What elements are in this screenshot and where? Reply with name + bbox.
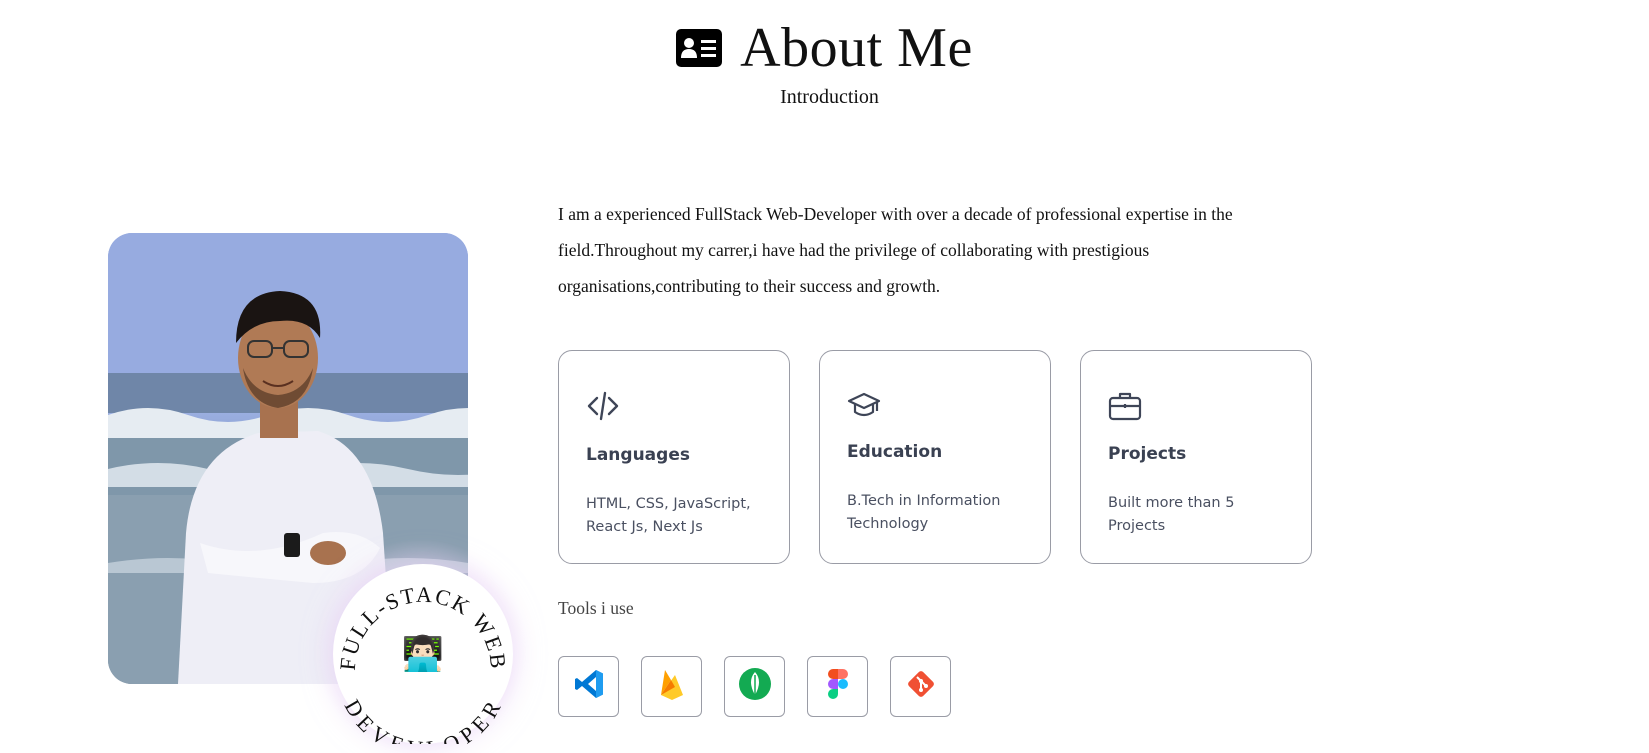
briefcase-icon — [1108, 389, 1142, 423]
card-description: HTML, CSS, JavaScript, React Js, Next Js — [586, 496, 751, 535]
card-description: B.Tech in Information Technology — [847, 493, 1001, 532]
mongodb-icon — [738, 667, 772, 706]
page-title: About Me — [740, 17, 973, 79]
graduation-cap-icon — [847, 389, 881, 423]
card-projects: Projects Built more than 5 Projects — [1080, 350, 1312, 564]
tool-figma[interactable] — [807, 656, 868, 717]
card-education: Education B.Tech in Information Technolo… — [819, 350, 1051, 564]
title-row: About Me — [0, 18, 1649, 78]
figma-icon — [827, 669, 848, 704]
card-title: Education — [847, 442, 943, 462]
role-badge: FULL-STACK WEB DEVEVLOPER 👨🏻‍💻 — [333, 564, 513, 744]
firebase-icon — [658, 667, 686, 706]
tool-firebase[interactable] — [641, 656, 702, 717]
card-title: Projects — [1108, 444, 1187, 464]
tool-git[interactable] — [890, 656, 951, 717]
tool-vscode[interactable] — [558, 656, 619, 717]
git-icon — [906, 669, 936, 704]
tools-list — [558, 656, 951, 717]
developer-emoji-icon: 👨🏻‍💻 — [401, 636, 445, 673]
card-description: Built more than 5 Projects — [1108, 495, 1235, 534]
card-title: Languages — [586, 445, 690, 465]
page-subtitle: Introduction — [780, 86, 879, 108]
code-icon — [586, 389, 620, 423]
id-card-icon — [676, 29, 723, 67]
tool-mongodb[interactable] — [724, 656, 785, 717]
intro-paragraph: I am a experienced FullStack Web-Develop… — [558, 204, 1233, 296]
section-header: About Me Introduction — [0, 18, 1649, 109]
tools-label: Tools i use — [558, 598, 634, 618]
vscode-icon — [573, 668, 605, 705]
card-languages: Languages HTML, CSS, JavaScript, React J… — [558, 350, 790, 564]
